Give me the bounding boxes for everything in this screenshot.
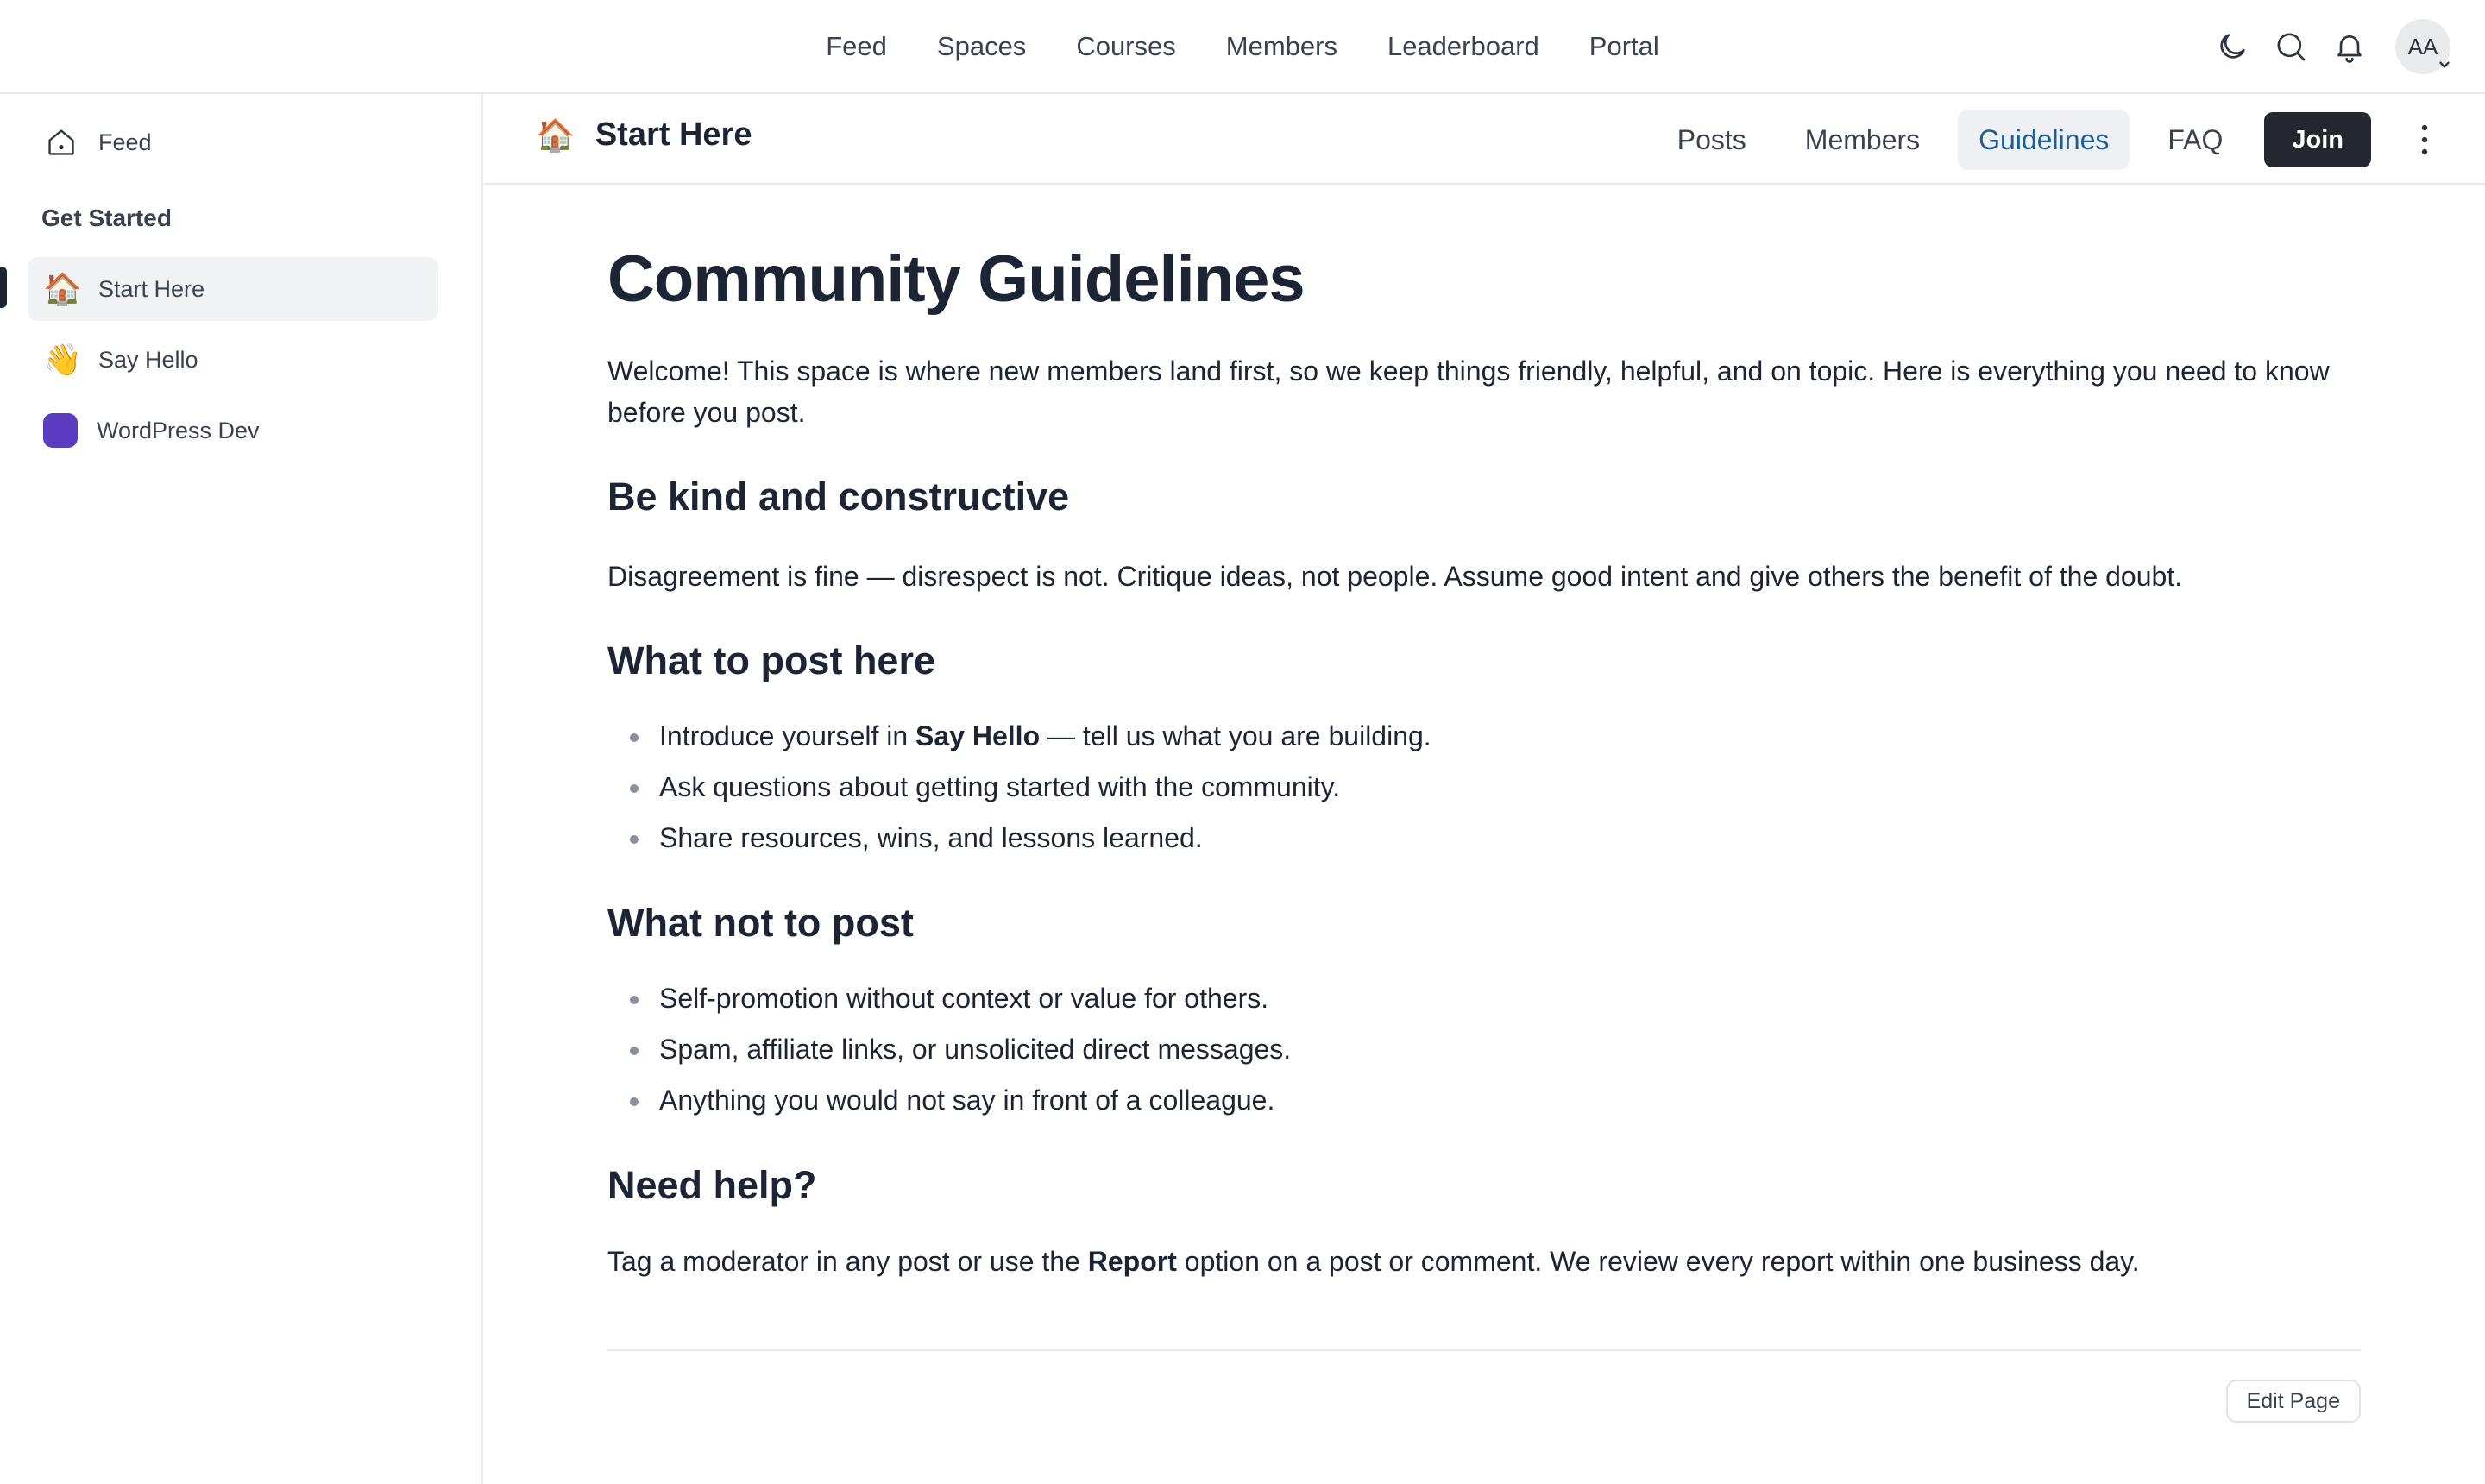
section-paragraph: Tag a moderator in any post or use the R… [607, 1241, 2140, 1282]
nav-leaderboard[interactable]: Leaderboard [1387, 31, 1539, 62]
list-item-text: Introduce yourself in [659, 720, 916, 751]
list-item: Anything you would not say in front of a… [607, 1075, 1291, 1126]
tab-posts[interactable]: Posts [1657, 110, 1767, 170]
sidebar-item-label: Start Here [98, 275, 205, 302]
sidebar-item-wordpress-dev[interactable]: WordPress Dev [28, 399, 438, 462]
sidebar-item-label: Feed [98, 129, 152, 155]
paragraph-text: Tag a moderator in any post or use the [607, 1246, 1088, 1277]
sidebar: Feed Get Started 🏠 Start Here 👋 Say Hell… [0, 94, 483, 1484]
top-header: Feed Spaces Courses Members Leaderboard … [0, 0, 2485, 94]
list-item: Share resources, wins, and lessons learn… [607, 813, 1431, 864]
house-icon: 🏠 [43, 271, 82, 306]
nav-portal[interactable]: Portal [1589, 31, 1659, 62]
space-title: 🏠 Start Here [536, 116, 752, 154]
avatar-initials: AA [2407, 33, 2438, 60]
nav-spaces[interactable]: Spaces [937, 31, 1026, 62]
say-hello-link-text: Say Hello [915, 720, 1041, 751]
house-icon: 🏠 [536, 116, 575, 153]
purple-square-icon [43, 413, 78, 448]
page-title: Community Guidelines [607, 242, 1305, 316]
nav-feed[interactable]: Feed [826, 31, 887, 62]
sidebar-item-feed[interactable]: Feed [28, 115, 438, 170]
section-paragraph: Disagreement is fine — disrespect is not… [607, 561, 2183, 592]
report-bold-text: Report [1087, 1246, 1177, 1277]
sidebar-item-start-here[interactable]: 🏠 Start Here [28, 257, 438, 321]
edit-page-button[interactable]: Edit Page [2225, 1380, 2361, 1423]
divider [607, 1349, 2361, 1351]
paragraph-text: option on a post or comment. We review e… [1176, 1246, 2140, 1277]
sidebar-item-label: Say Hello [98, 346, 198, 373]
moon-icon[interactable] [2214, 28, 2250, 65]
sidebar-section-heading: Get Started [41, 204, 172, 231]
list-item: Self-promotion without context or value … [607, 973, 1291, 1024]
sidebar-item-say-hello[interactable]: 👋 Say Hello [28, 328, 438, 392]
nav-courses[interactable]: Courses [1076, 31, 1175, 62]
sidebar-item-label: WordPress Dev [97, 417, 260, 443]
tab-guidelines[interactable]: Guidelines [1958, 110, 2130, 170]
search-icon[interactable] [2273, 28, 2309, 65]
active-indicator [0, 267, 7, 308]
chevron-down-icon [2439, 61, 2450, 68]
space-header: 🏠 Start Here Posts Members Guidelines FA… [484, 94, 2485, 185]
waving-hand-icon: 👋 [43, 342, 82, 377]
section-heading: Be kind and constructive [607, 475, 1070, 519]
more-options-icon[interactable] [2407, 112, 2442, 167]
section-heading: What to post here [607, 638, 935, 682]
bell-icon[interactable] [2331, 28, 2368, 65]
main-nav: Feed Spaces Courses Members Leaderboard … [0, 0, 2485, 93]
nav-members[interactable]: Members [1226, 31, 1337, 62]
space-title-text: Start Here [595, 116, 752, 153]
intro-paragraph: Welcome! This space is where new members… [607, 355, 2330, 428]
list-item: Introduce yourself in Say Hello — tell u… [607, 711, 1431, 762]
join-button[interactable]: Join [2264, 112, 2371, 167]
space-tabs: Posts Members Guidelines FAQ Join [1657, 110, 2442, 170]
home-icon [48, 129, 74, 155]
section-heading: Need help? [607, 1163, 817, 1207]
tab-members[interactable]: Members [1784, 110, 1941, 170]
tab-faq[interactable]: FAQ [2147, 110, 2243, 170]
not-post-list: Self-promotion without context or value … [607, 973, 1291, 1126]
user-avatar[interactable]: AA [2395, 19, 2450, 74]
list-item-text: — tell us what you are building. [1040, 720, 1431, 751]
section-heading: What not to post [607, 901, 914, 945]
list-item: Ask questions about getting started with… [607, 762, 1431, 813]
post-here-list: Introduce yourself in Say Hello — tell u… [607, 711, 1431, 864]
list-item: Spam, affiliate links, or unsolicited di… [607, 1024, 1291, 1075]
header-actions: AA [2214, 19, 2450, 74]
